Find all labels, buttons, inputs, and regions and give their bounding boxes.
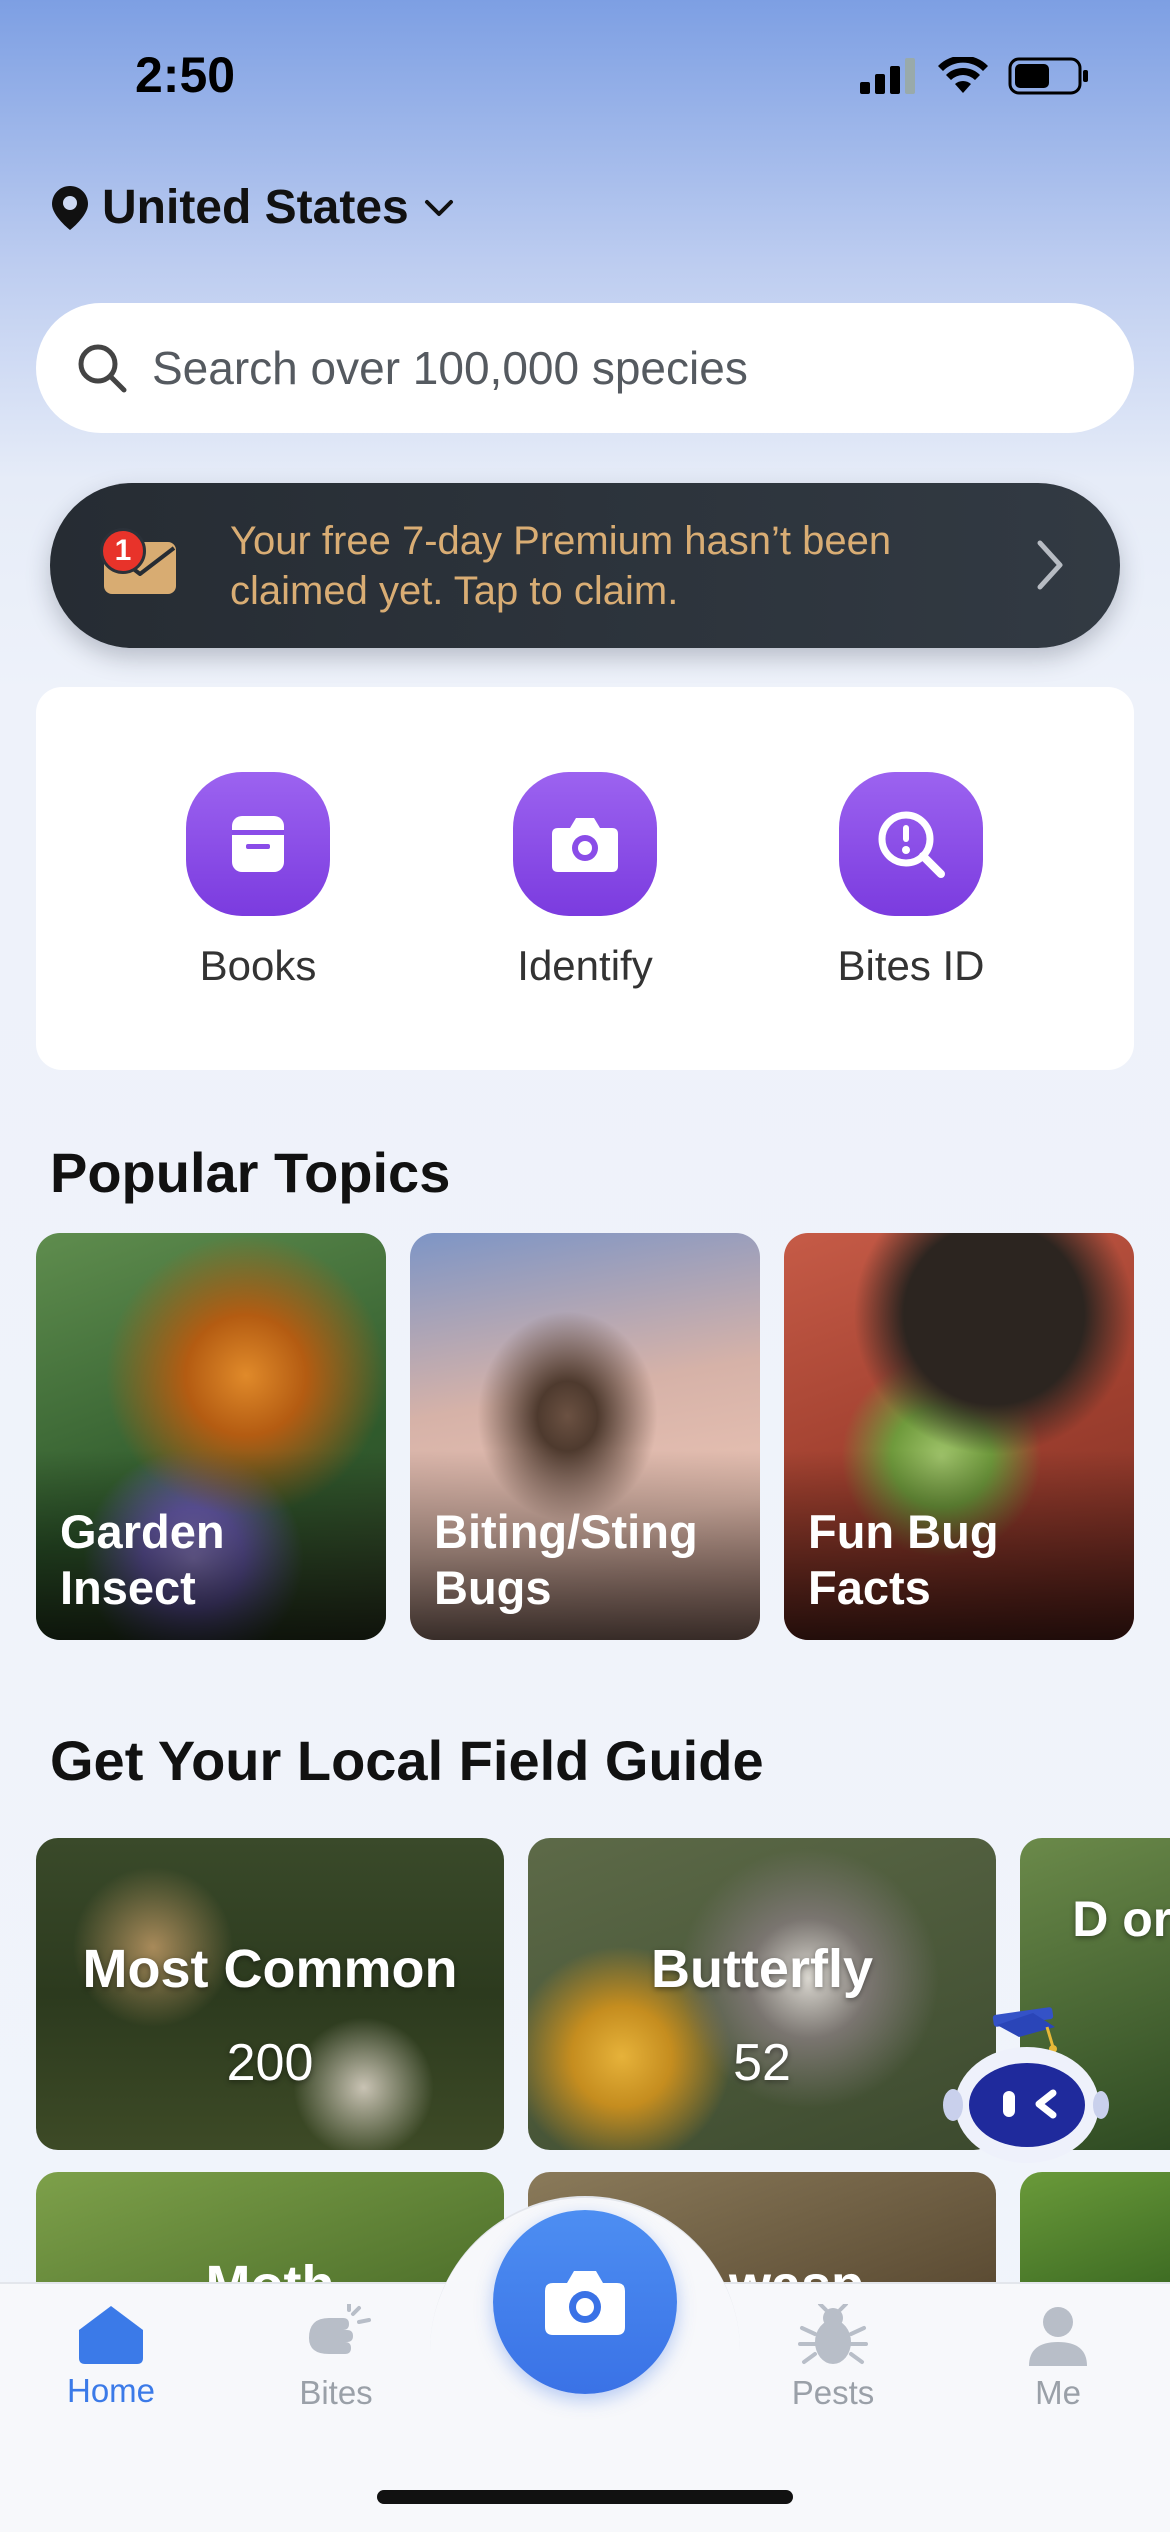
- location-selector[interactable]: United States: [52, 180, 455, 235]
- person-icon: [1029, 2307, 1087, 2366]
- status-time: 2:50: [135, 47, 236, 103]
- bites-id-button[interactable]: Bites ID: [811, 772, 1011, 990]
- books-label: Books: [199, 942, 317, 989]
- identify-button[interactable]: Identify: [485, 772, 685, 990]
- signal-icon: [860, 58, 915, 94]
- guide-count: 200: [226, 2034, 314, 2092]
- guide-name: Butterfly: [650, 1939, 873, 1999]
- wifi-icon: [938, 57, 988, 93]
- topic-card-fun-bug-facts[interactable]: Fun Bug Facts: [784, 1233, 1134, 1640]
- field-guide-card-most-common[interactable]: Most Common 200: [36, 1838, 504, 2150]
- search-placeholder: Search over 100,000 species: [152, 342, 748, 394]
- status-icons: [860, 56, 1090, 96]
- tab-label: Pests: [791, 2374, 875, 2411]
- home-indicator: [377, 2490, 793, 2504]
- popular-topics-title: Popular Topics: [50, 1141, 451, 1204]
- topic-label: Fun Bug Facts: [808, 1505, 999, 1614]
- field-guide-card-partial-2[interactable]: [1020, 2172, 1170, 2292]
- search-icon: [78, 344, 127, 393]
- field-guide-title: Get Your Local Field Guide: [50, 1729, 764, 1792]
- tab-label: Bites: [299, 2374, 373, 2411]
- location-label: United States: [102, 181, 409, 234]
- guide-name: D or I: [1072, 1891, 1170, 1947]
- tab-pests[interactable]: Pests: [753, 2304, 913, 2412]
- camera-icon: [513, 772, 657, 916]
- tab-label: Home: [66, 2372, 156, 2409]
- topic-label: Garden Insect: [60, 1505, 225, 1614]
- tab-home[interactable]: Home: [31, 2304, 191, 2410]
- tab-me[interactable]: Me: [978, 2304, 1138, 2412]
- notification-badge: 1: [100, 528, 146, 574]
- tab-label: Me: [1035, 2374, 1081, 2411]
- topic-card-garden-insect[interactable]: Garden Insect: [36, 1233, 386, 1640]
- guide-count: 52: [733, 2034, 791, 2092]
- premium-promo-banner[interactable]: Your free 7-day Premium hasn’t been clai…: [50, 483, 1120, 648]
- topic-card-biting-sting-bugs[interactable]: Biting/Sting Bugs: [410, 1233, 760, 1640]
- camera-capture-button[interactable]: [493, 2210, 677, 2394]
- tab-bites[interactable]: Bites: [256, 2304, 416, 2412]
- quick-actions-card: Books Identify Bites ID: [36, 687, 1134, 1070]
- status-bar: 2:50: [0, 0, 1170, 150]
- book-icon: [186, 772, 330, 916]
- search-input[interactable]: Search over 100,000 species: [36, 303, 1134, 433]
- books-button[interactable]: Books: [158, 772, 358, 990]
- identify-label: Identify: [517, 942, 653, 989]
- location-pin-icon: [52, 185, 88, 230]
- bites-icon: [309, 2304, 371, 2354]
- chevron-down-icon: [424, 199, 453, 216]
- camera-icon: [545, 2271, 625, 2335]
- chevron-right-icon: [1037, 540, 1063, 590]
- field-guide-card-moth[interactable]: Moth: [36, 2172, 504, 2292]
- bite-search-icon: [839, 772, 983, 916]
- bug-icon: [798, 2304, 868, 2364]
- guide-name: Most Common: [82, 1939, 458, 1999]
- bites-id-label: Bites ID: [837, 942, 985, 989]
- field-guide-card-butterfly[interactable]: Butterfly 52: [528, 1838, 996, 2150]
- battery-icon: [1008, 57, 1088, 95]
- promo-text: Your free 7-day Premium hasn’t been clai…: [230, 518, 892, 613]
- topic-label: Biting/Sting Bugs: [434, 1505, 698, 1614]
- home-icon: [79, 2306, 143, 2364]
